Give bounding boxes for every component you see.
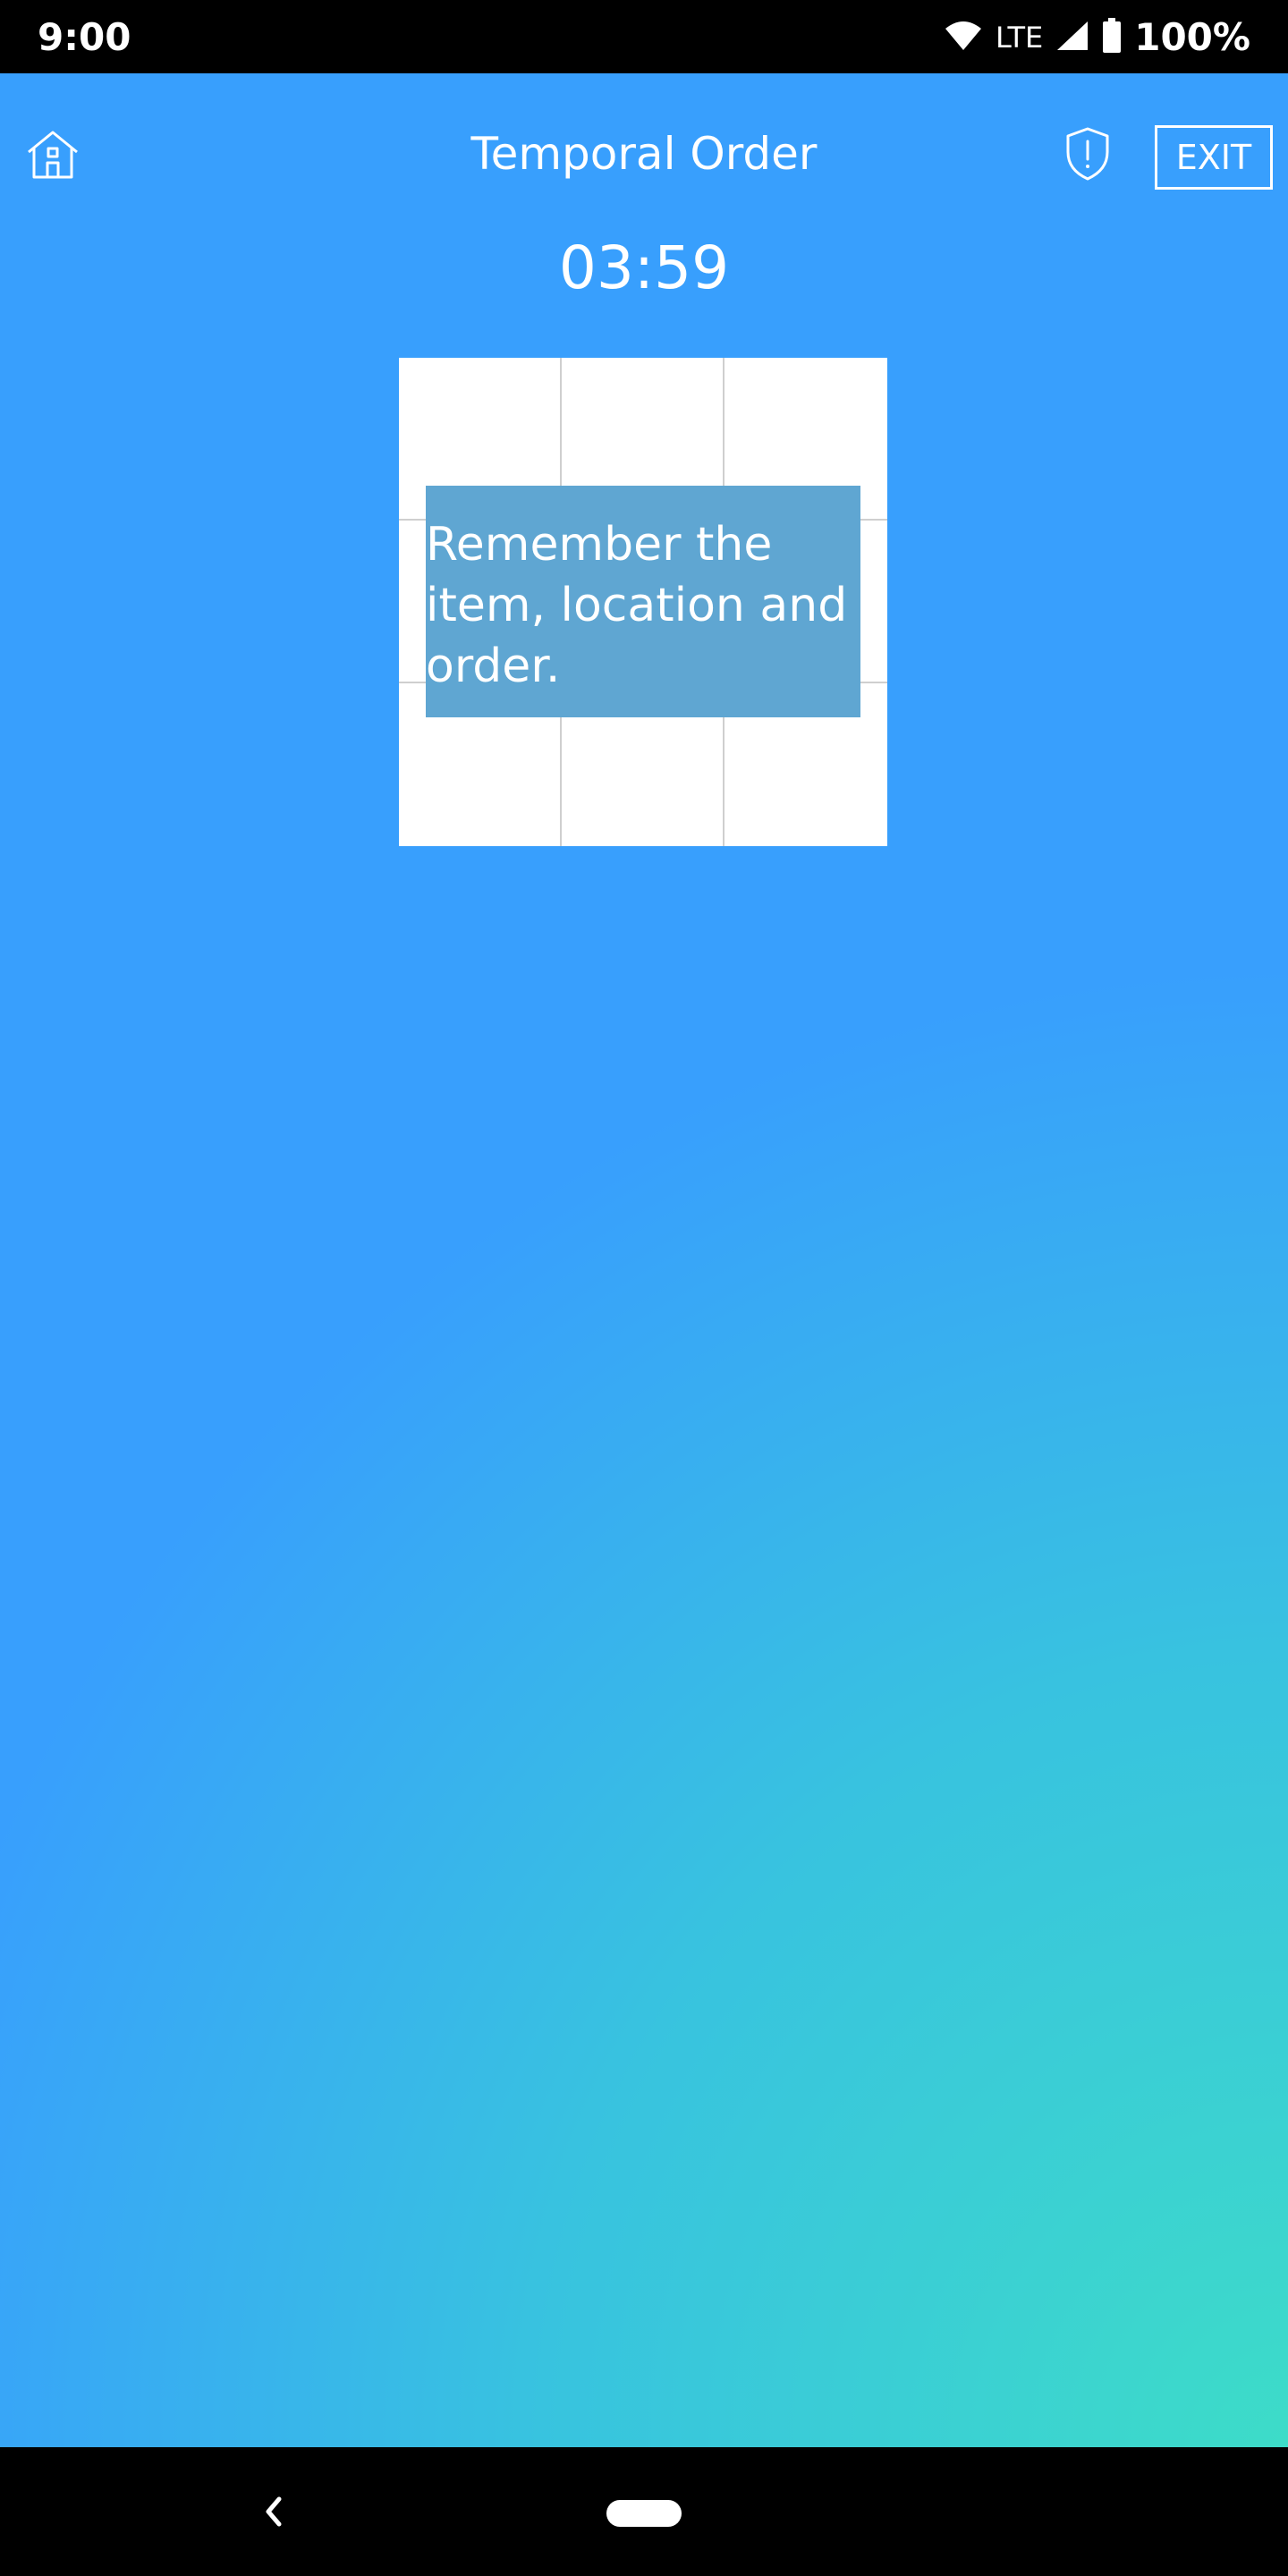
page-title: Temporal Order <box>470 128 818 180</box>
status-bar: 9:00 LTE 100% <box>0 0 1288 73</box>
home-icon[interactable] <box>23 125 82 184</box>
status-indicators: LTE 100% <box>944 13 1250 63</box>
status-time: 9:00 <box>38 15 131 59</box>
home-pill[interactable] <box>606 2500 682 2527</box>
battery-percent: 100% <box>1134 15 1250 59</box>
instruction-line: Remember the <box>426 518 773 572</box>
battery-icon <box>1102 18 1122 57</box>
instruction-line: item, location and <box>426 579 848 632</box>
app-screen: 9:00 LTE 100% Temporal Order EXIT 03:59 … <box>0 0 1288 2576</box>
exit-button[interactable]: EXIT <box>1155 125 1273 190</box>
instruction-overlay: Remember the item, location and order. <box>426 486 860 717</box>
back-icon[interactable] <box>256 2494 292 2529</box>
instruction-line: order. <box>426 640 561 693</box>
shield-alert-icon[interactable] <box>1063 125 1113 182</box>
cell-signal-icon <box>1055 20 1089 55</box>
wifi-icon <box>944 20 983 55</box>
network-type: LTE <box>996 21 1044 55</box>
countdown-timer: 03:59 <box>558 233 730 302</box>
